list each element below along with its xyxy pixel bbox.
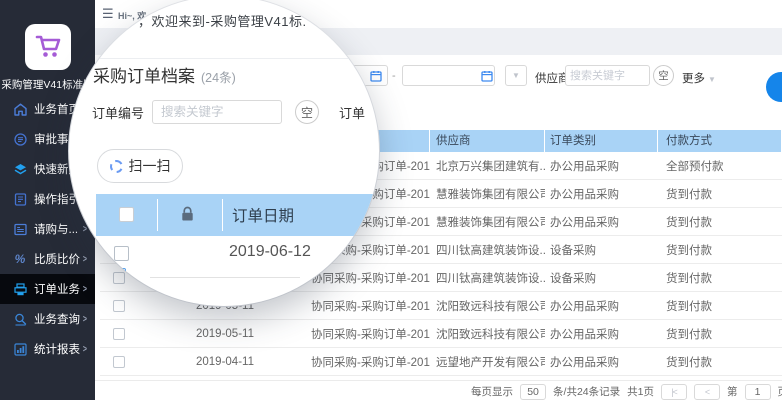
record-count-badge: (24条) bbox=[201, 71, 236, 85]
cell-supplier: 慧雅装饰集团有限公司 bbox=[430, 214, 545, 230]
per-page-select[interactable]: 50 bbox=[520, 384, 546, 400]
pagination-bar: 每页显示 50 条/共24条记录 共1页 |< < 第 1 页 bbox=[95, 380, 782, 400]
page-suffix-label: 页 bbox=[778, 384, 782, 399]
cell-payment: 货到付款 bbox=[658, 214, 782, 230]
per-page-label: 每页显示 bbox=[471, 384, 513, 399]
query-icon bbox=[13, 312, 27, 326]
table-row[interactable]: 2019-04-11 协同采购-采购订单-201... 远望地产开发有限公司 办… bbox=[100, 348, 782, 376]
report-icon bbox=[13, 342, 27, 356]
sidebar-item-compare[interactable]: % 比质比价 > bbox=[0, 244, 95, 274]
cell-category: 办公用品采购 bbox=[545, 326, 658, 342]
cell-category: 设备采购 bbox=[545, 270, 658, 286]
date-range-separator: - bbox=[392, 70, 396, 82]
page-prefix-label: 第 bbox=[727, 384, 738, 399]
cell-payment: 货到付款 bbox=[658, 186, 782, 202]
guide-icon bbox=[13, 192, 27, 206]
cell-payment: 货到付款 bbox=[658, 354, 782, 370]
home-icon bbox=[13, 102, 27, 116]
magnified-row-date: 2019-06-12 bbox=[229, 243, 311, 261]
page-title: 采购订单档案(24条) bbox=[93, 62, 236, 87]
row-checkbox[interactable] bbox=[114, 246, 129, 261]
scan-icon bbox=[110, 160, 123, 173]
sidebar-item-orders[interactable]: 订单业务 > bbox=[0, 274, 95, 304]
cell-category: 办公用品采购 bbox=[545, 158, 658, 174]
scan-button[interactable]: 扫一扫 bbox=[97, 149, 183, 183]
cell-order-no: 协同采购-采购订单-201... bbox=[305, 270, 430, 286]
cell-order-no: 协同采购-采购订单-201... bbox=[305, 354, 430, 370]
cell-payment: 全部预付款 bbox=[658, 158, 782, 174]
order-no-filter: 订单编号 空 订单 bbox=[92, 100, 365, 124]
app-logo bbox=[25, 24, 71, 70]
cell-payment: 货到付款 bbox=[658, 242, 782, 258]
welcome-banner-text: ，欢迎来到-采购管理V41标. bbox=[138, 11, 307, 30]
cell-payment: 货到付款 bbox=[658, 270, 782, 286]
cell-supplier: 北京万兴集团建筑有... bbox=[430, 158, 545, 174]
first-page-button[interactable]: |< bbox=[661, 384, 687, 400]
column-header-date[interactable]: 订单日期 bbox=[232, 204, 294, 226]
chevron-down-icon[interactable]: ▼ bbox=[505, 65, 527, 86]
search-circle-button[interactable] bbox=[766, 72, 782, 102]
cell-payment: 货到付款 bbox=[658, 326, 782, 342]
row-checkbox[interactable] bbox=[113, 356, 125, 368]
cell-supplier: 沈阳致远科技有限公司 bbox=[430, 298, 545, 314]
compare-icon: % bbox=[13, 252, 27, 266]
more-filters-button[interactable]: 更多▼ bbox=[682, 70, 716, 86]
order-no-filter-label: 订单编号 bbox=[92, 103, 144, 122]
column-header-payment[interactable]: 付款方式 bbox=[658, 130, 782, 152]
lock-icon bbox=[181, 206, 194, 227]
clear-filter-button[interactable]: 空 bbox=[653, 65, 674, 86]
select-all-checkbox[interactable] bbox=[119, 207, 134, 222]
cell-supplier: 慧雅装饰集团有限公司 bbox=[430, 186, 545, 202]
cell-order-date: 2019-04-11 bbox=[168, 356, 305, 368]
row-checkbox[interactable] bbox=[111, 268, 126, 283]
order-no-search-input[interactable] bbox=[152, 100, 282, 124]
cell-category: 办公用品采购 bbox=[545, 186, 658, 202]
cell-supplier: 四川钛高建筑装饰设... bbox=[430, 270, 545, 286]
shopping-cart-icon bbox=[33, 32, 63, 62]
row-checkbox[interactable] bbox=[113, 300, 125, 312]
prev-page-button[interactable]: < bbox=[694, 384, 720, 400]
cell-category: 办公用品采购 bbox=[545, 214, 658, 230]
chevron-down-icon: ▼ bbox=[708, 75, 716, 84]
cell-order-no: 协同采购-采购订单-201... bbox=[305, 326, 430, 342]
total-pages-label: 共1页 bbox=[627, 384, 654, 399]
quick-create-icon bbox=[13, 162, 27, 176]
next-filter-label: 订单 bbox=[339, 103, 365, 122]
sidebar-item-requisition[interactable]: 请购与... > bbox=[0, 214, 95, 244]
column-header-supplier[interactable]: 供应商 bbox=[430, 130, 545, 152]
cell-category: 设备采购 bbox=[545, 242, 658, 258]
cell-payment: 货到付款 bbox=[658, 298, 782, 314]
order-icon bbox=[13, 282, 27, 296]
cell-category: 办公用品采购 bbox=[545, 354, 658, 370]
cell-supplier: 四川钛高建筑装饰设... bbox=[430, 242, 545, 258]
sidebar-item-reports[interactable]: 统计报表 > bbox=[0, 334, 95, 364]
panel-top-border bbox=[87, 58, 367, 59]
hamburger-icon[interactable]: ☰ bbox=[102, 7, 114, 21]
requisition-icon bbox=[13, 222, 27, 236]
cell-order-no: 协同采购-采购订单-201... bbox=[305, 298, 430, 314]
table-row[interactable]: 2019-05-11 协同采购-采购订单-201... 沈阳致远科技有限公司 办… bbox=[100, 320, 782, 348]
clear-filter-button[interactable]: 空 bbox=[295, 100, 319, 124]
calendar-icon[interactable] bbox=[481, 69, 493, 87]
sidebar-item-query[interactable]: 业务查询 > bbox=[0, 304, 95, 334]
cell-category: 办公用品采购 bbox=[545, 298, 658, 314]
calendar-icon[interactable] bbox=[370, 69, 382, 87]
supplier-search-input[interactable] bbox=[565, 65, 650, 86]
magnifier-lens: 采购订单档案(24条) 订单编号 空 订单 扫一扫 订单日期 2019-06-1… bbox=[69, 0, 379, 306]
app-window: ☰ Hi~, 欢 采购管理V41标准版 业务首页 bbox=[0, 0, 782, 400]
cell-supplier: 沈阳致远科技有限公司 bbox=[430, 326, 545, 342]
row-checkbox[interactable] bbox=[113, 328, 125, 340]
approval-icon bbox=[13, 132, 27, 146]
magnified-table-header: 订单日期 bbox=[96, 194, 379, 236]
column-header-category[interactable]: 订单类别 bbox=[545, 130, 658, 152]
cell-order-date: 2019-05-11 bbox=[168, 328, 305, 340]
records-label: 条/共24条记录 bbox=[553, 384, 620, 399]
cell-supplier: 远望地产开发有限公司 bbox=[430, 354, 545, 370]
current-page-input[interactable]: 1 bbox=[745, 384, 771, 400]
